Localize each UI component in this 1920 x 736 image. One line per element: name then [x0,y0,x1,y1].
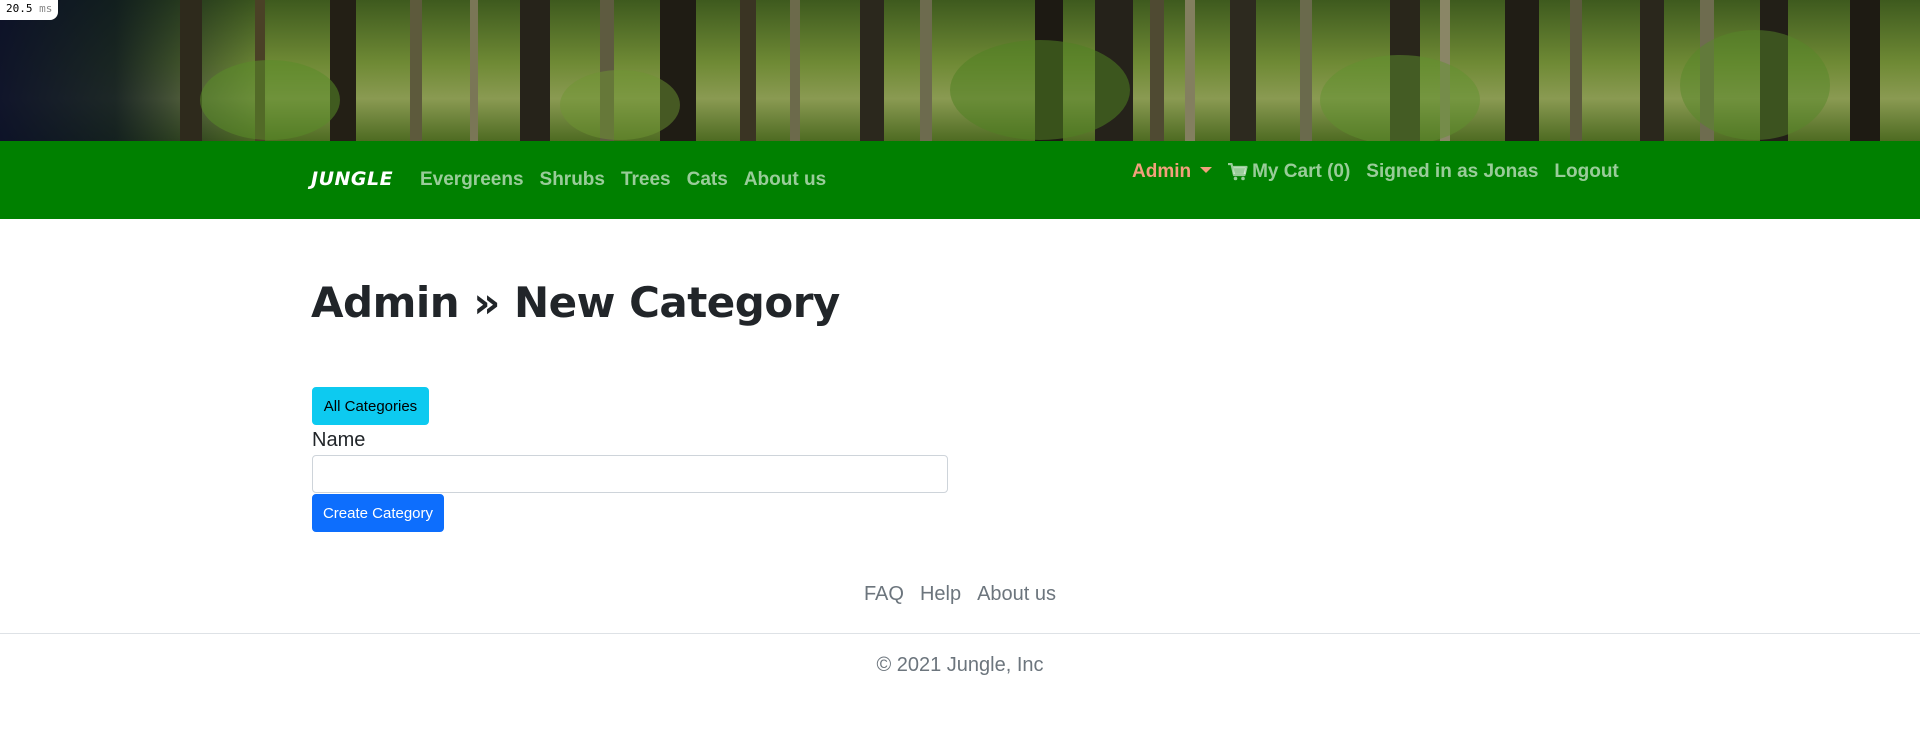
brand-logo[interactable]: JUNGLE [311,168,393,190]
nav-link-shrubs[interactable]: Shrubs [540,169,605,191]
cart-icon [1228,163,1248,181]
nav-link-cats[interactable]: Cats [687,169,728,191]
nav-user-links: Admin My Cart (0) Signed in as Jonas Log… [1132,161,1619,183]
create-category-button[interactable]: Create Category [312,494,444,532]
signed-in-user[interactable]: Signed in as Jonas [1366,161,1538,183]
all-categories-button[interactable]: All Categories [312,387,429,425]
nav-link-evergreens[interactable]: Evergreens [420,169,524,191]
caret-down-icon [1200,167,1213,173]
my-cart-label: My Cart (0) [1252,161,1351,182]
main-navbar: JUNGLE Evergreens Shrubs Trees Cats Abou… [0,141,1920,219]
footer-links: FAQ Help About us [0,583,1920,606]
render-timer: 20.5 ms [0,0,59,20]
admin-dropdown-label: Admin [1132,161,1192,182]
nav-category-links: Evergreens Shrubs Trees Cats About us [420,169,826,191]
footer-link-faq[interactable]: FAQ [864,583,904,606]
copyright-text: © 2021 Jungle, Inc [876,654,1044,676]
admin-dropdown[interactable]: Admin [1132,161,1213,183]
category-name-input[interactable] [312,455,948,493]
nav-link-about-us[interactable]: About us [744,169,826,191]
my-cart-link[interactable]: My Cart (0) [1228,161,1350,183]
name-label: Name [312,429,366,451]
logout-link[interactable]: Logout [1554,161,1618,183]
timer-unit: ms [39,2,53,15]
nav-link-trees[interactable]: Trees [621,169,671,191]
footer-link-about-us[interactable]: About us [977,583,1056,606]
footer-divider [0,633,1920,634]
hero-banner [0,0,1920,141]
timer-value: 20.5 [6,2,33,15]
page-title: Admin » New Category [311,278,840,327]
footer-link-help[interactable]: Help [920,583,961,606]
